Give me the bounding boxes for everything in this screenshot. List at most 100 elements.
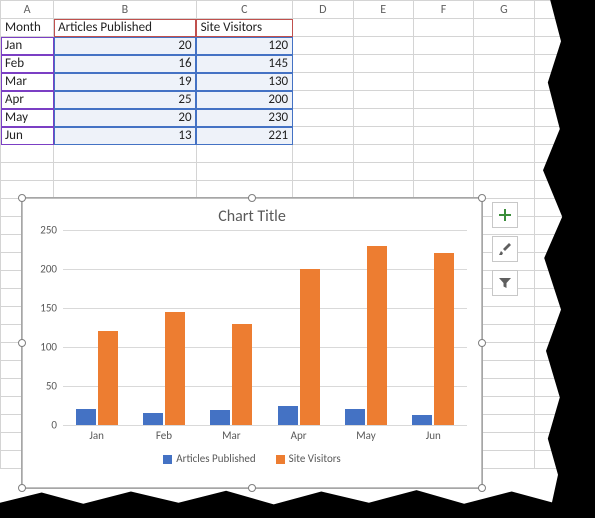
cell[interactable] (413, 127, 473, 145)
cell[interactable]: Apr (1, 91, 54, 109)
cell[interactable] (293, 55, 353, 73)
resize-handle[interactable] (478, 484, 486, 492)
cell[interactable]: 200 (196, 91, 293, 109)
cell[interactable] (353, 109, 413, 127)
cell[interactable]: Articles Published (54, 19, 196, 37)
cell[interactable] (413, 181, 473, 199)
cell[interactable]: Jan (1, 37, 54, 55)
resize-handle[interactable] (18, 339, 26, 347)
cell[interactable] (196, 163, 293, 181)
cell[interactable]: 13 (54, 127, 196, 145)
cell[interactable]: Site Visitors (196, 19, 293, 37)
cell[interactable]: 16 (54, 55, 196, 73)
resize-handle[interactable] (478, 339, 486, 347)
resize-handle[interactable] (248, 194, 256, 202)
cell[interactable]: 230 (196, 109, 293, 127)
bar[interactable] (345, 409, 365, 425)
cell[interactable] (54, 145, 196, 163)
chart-title[interactable]: Chart Title (23, 199, 481, 230)
cell[interactable] (293, 145, 353, 163)
cell[interactable] (474, 397, 534, 415)
cell[interactable] (474, 109, 534, 127)
cell[interactable]: Jun (1, 127, 54, 145)
cell[interactable]: 130 (196, 73, 293, 91)
cell[interactable] (474, 307, 534, 325)
cell[interactable] (1, 163, 54, 181)
cell[interactable] (196, 145, 293, 163)
cell[interactable] (353, 163, 413, 181)
cell[interactable] (293, 19, 353, 37)
cell[interactable] (293, 127, 353, 145)
embedded-chart[interactable]: Chart Title 050100150200250 JanFebMarApr… (22, 198, 482, 488)
cell[interactable]: Feb (1, 55, 54, 73)
cell[interactable] (1, 145, 54, 163)
bar[interactable] (210, 410, 230, 425)
column-header[interactable]: B (54, 1, 196, 19)
bar[interactable] (98, 331, 118, 425)
cell[interactable] (293, 37, 353, 55)
cell[interactable]: Month (1, 19, 54, 37)
cell[interactable] (474, 451, 534, 469)
cell[interactable] (474, 73, 534, 91)
cell[interactable]: 19 (54, 73, 196, 91)
cell[interactable] (413, 55, 473, 73)
bar[interactable] (367, 246, 387, 425)
cell[interactable]: 145 (196, 55, 293, 73)
bar[interactable] (76, 409, 96, 425)
cell[interactable] (353, 55, 413, 73)
cell[interactable] (474, 37, 534, 55)
cell[interactable] (474, 361, 534, 379)
legend-item[interactable]: Articles Published (163, 452, 255, 465)
cell[interactable] (353, 181, 413, 199)
chart-filter-button[interactable] (492, 270, 518, 296)
cell[interactable] (293, 163, 353, 181)
cell[interactable] (474, 163, 534, 181)
cell[interactable] (474, 19, 534, 37)
bar[interactable] (278, 406, 298, 426)
cell[interactable] (413, 145, 473, 163)
cell[interactable] (353, 73, 413, 91)
cell[interactable] (1, 181, 54, 199)
cell[interactable] (474, 55, 534, 73)
bar[interactable] (434, 253, 454, 425)
cell[interactable] (293, 109, 353, 127)
resize-handle[interactable] (18, 484, 26, 492)
cell[interactable] (353, 19, 413, 37)
column-header[interactable]: G (474, 1, 534, 19)
cell[interactable] (353, 91, 413, 109)
cell[interactable] (54, 181, 196, 199)
column-header[interactable]: E (353, 1, 413, 19)
cell[interactable] (474, 145, 534, 163)
bar[interactable] (412, 415, 432, 425)
column-header[interactable]: D (293, 1, 353, 19)
resize-handle[interactable] (248, 484, 256, 492)
cell[interactable] (413, 73, 473, 91)
resize-handle[interactable] (18, 194, 26, 202)
cell[interactable] (54, 163, 196, 181)
cell[interactable] (293, 91, 353, 109)
plot-area[interactable]: 050100150200250 (63, 230, 467, 425)
column-header[interactable]: F (413, 1, 473, 19)
bar[interactable] (143, 413, 163, 425)
cell[interactable]: May (1, 109, 54, 127)
cell[interactable] (196, 181, 293, 199)
cell[interactable] (474, 433, 534, 451)
cell[interactable] (413, 19, 473, 37)
cell[interactable]: 25 (54, 91, 196, 109)
cell[interactable] (353, 37, 413, 55)
cell[interactable]: 20 (54, 37, 196, 55)
cell[interactable] (474, 415, 534, 433)
cell[interactable] (413, 109, 473, 127)
chart-styles-button[interactable] (492, 236, 518, 262)
cell[interactable] (474, 91, 534, 109)
cell[interactable]: Mar (1, 73, 54, 91)
bar[interactable] (232, 324, 252, 425)
cell[interactable] (353, 127, 413, 145)
cell[interactable]: 20 (54, 109, 196, 127)
legend-item[interactable]: Site Visitors (276, 452, 341, 465)
cell[interactable]: 221 (196, 127, 293, 145)
cell[interactable] (353, 145, 413, 163)
bar[interactable] (300, 269, 320, 425)
cell[interactable] (474, 127, 534, 145)
bar[interactable] (165, 312, 185, 425)
